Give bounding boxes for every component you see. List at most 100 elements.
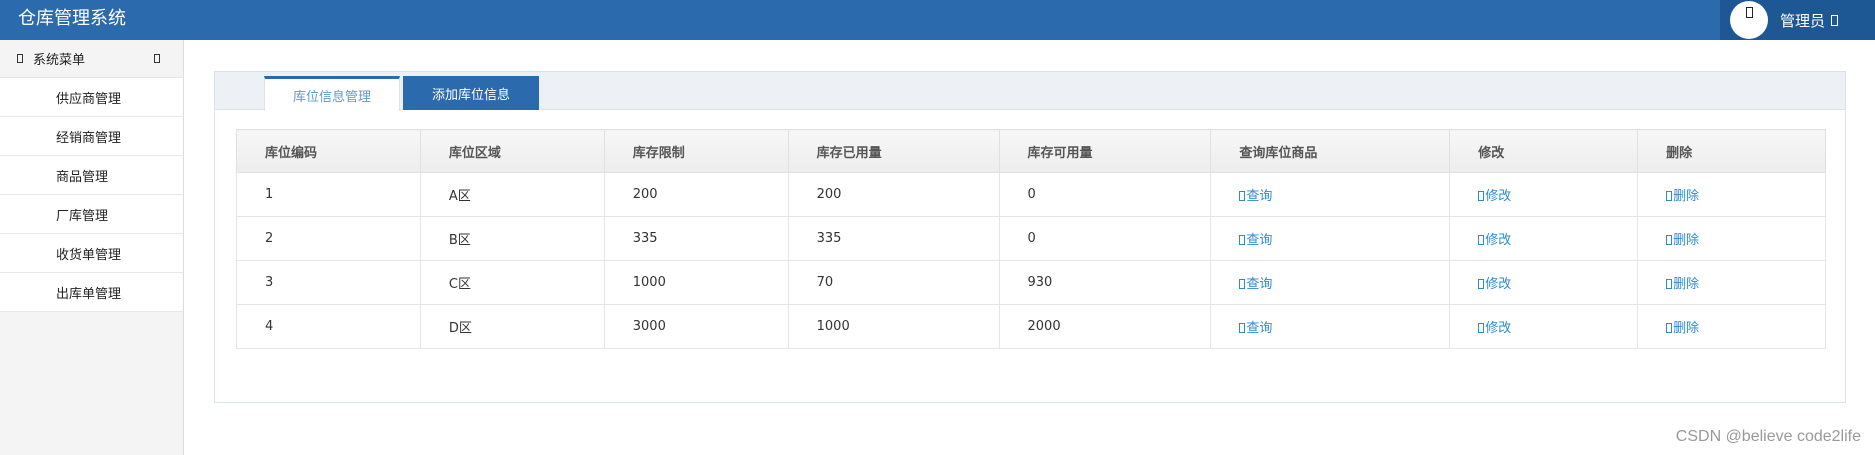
cell-code: 2	[236, 216, 421, 261]
delete-label: 删除	[1673, 233, 1700, 248]
cell-limit: 335	[603, 216, 789, 261]
column-header: 库存限制	[603, 129, 789, 173]
column-header: 库位区域	[419, 129, 605, 173]
edit-label: 修改	[1485, 321, 1512, 336]
sidebar-item-label: 经销商管理	[56, 130, 122, 146]
query-link[interactable]: 查询	[1210, 172, 1451, 217]
cell-area: B区	[419, 216, 605, 261]
search-icon	[1239, 279, 1246, 289]
edit-link[interactable]: 修改	[1449, 260, 1639, 305]
table-row: 1 A区 200 200 0 查询 修改 删除	[236, 172, 1826, 217]
cell-area: C区	[419, 260, 605, 305]
cell-used: 70	[787, 260, 1000, 305]
avatar[interactable]	[1730, 1, 1768, 39]
cell-used: 1000	[787, 304, 1000, 349]
sidebar-item-label: 供应商管理	[56, 91, 122, 107]
column-header: 库位编码	[236, 129, 421, 173]
cell-area: A区	[419, 172, 605, 217]
delete-link[interactable]: 删除	[1637, 216, 1826, 261]
tab-add-location[interactable]: 添加库位信息	[403, 76, 539, 110]
caret-icon[interactable]	[1831, 14, 1839, 26]
cell-limit: 3000	[603, 304, 789, 349]
column-header: 删除	[1637, 129, 1826, 173]
edit-link[interactable]: 修改	[1449, 172, 1639, 217]
sidebar-item-label: 出库单管理	[56, 286, 122, 302]
cell-used: 335	[787, 216, 1000, 261]
query-label: 查询	[1246, 277, 1273, 292]
user-icon	[1746, 7, 1753, 18]
query-label: 查询	[1246, 233, 1273, 248]
delete-label: 删除	[1673, 189, 1700, 204]
query-link[interactable]: 查询	[1210, 304, 1451, 349]
column-header: 库存已用量	[787, 129, 1000, 173]
edit-link[interactable]: 修改	[1449, 304, 1639, 349]
delete-icon	[1666, 323, 1673, 333]
search-icon	[1239, 235, 1246, 245]
collapse-icon[interactable]	[154, 54, 160, 63]
app-title: 仓库管理系统	[18, 8, 126, 29]
delete-link[interactable]: 删除	[1637, 304, 1826, 349]
query-link[interactable]: 查询	[1210, 260, 1451, 305]
sidebar-item-dealer[interactable]: 经销商管理	[0, 117, 183, 156]
sidebar-header[interactable]: 系统菜单	[0, 40, 183, 78]
tab-bar: 库位信息管理 添加库位信息	[215, 72, 1845, 111]
cell-code: 1	[236, 172, 421, 217]
edit-label: 修改	[1485, 277, 1512, 292]
delete-link[interactable]: 删除	[1637, 172, 1826, 217]
location-table: 库位编码 库位区域 库存限制 库存已用量 库存可用量 查询库位商品 修改 删除 …	[236, 129, 1826, 349]
delete-icon	[1666, 279, 1673, 289]
table-row: 4 D区 3000 1000 2000 查询 修改 删除	[236, 304, 1826, 349]
sidebar-header-label: 系统菜单	[33, 53, 86, 68]
cell-used: 200	[787, 172, 1000, 217]
sidebar-item-goods[interactable]: 商品管理	[0, 156, 183, 195]
search-icon	[1239, 191, 1246, 201]
user-menu[interactable]: 管理员	[1720, 0, 1875, 40]
delete-icon	[1666, 235, 1673, 245]
cell-code: 4	[236, 304, 421, 349]
sidebar-item-label: 商品管理	[56, 169, 109, 185]
cell-limit: 200	[603, 172, 789, 217]
edit-icon	[1478, 279, 1485, 289]
edit-icon	[1478, 191, 1485, 201]
cell-code: 3	[236, 260, 421, 305]
cell-limit: 1000	[603, 260, 789, 305]
sidebar-item-warehouse[interactable]: 厂库管理	[0, 195, 183, 234]
cell-available: 0	[998, 172, 1212, 217]
table-row: 3 C区 1000 70 930 查询 修改 删除	[236, 260, 1826, 305]
user-name[interactable]: 管理员	[1780, 10, 1825, 31]
sidebar-item-receipt[interactable]: 收货单管理	[0, 234, 183, 273]
column-header: 查询库位商品	[1210, 129, 1451, 173]
edit-link[interactable]: 修改	[1449, 216, 1639, 261]
query-link[interactable]: 查询	[1210, 216, 1451, 261]
sidebar-item-outbound[interactable]: 出库单管理	[0, 273, 183, 312]
edit-label: 修改	[1485, 233, 1512, 248]
search-icon	[1239, 323, 1246, 333]
menu-icon	[17, 54, 23, 63]
content-panel: 库位信息管理 添加库位信息 库位编码 库位区域 库存限制 库存已用量 库存可用量…	[214, 71, 1846, 403]
sidebar-item-label: 收货单管理	[56, 247, 122, 263]
top-bar: 仓库管理系统 管理员	[0, 0, 1875, 40]
column-header: 库存可用量	[998, 129, 1212, 173]
table-row: 2 B区 335 335 0 查询 修改 删除	[236, 216, 1826, 261]
column-header: 修改	[1449, 129, 1639, 173]
table-header-row: 库位编码 库位区域 库存限制 库存已用量 库存可用量 查询库位商品 修改 删除	[236, 129, 1826, 173]
cell-area: D区	[419, 304, 605, 349]
sidebar-menu: 供应商管理 经销商管理 商品管理 厂库管理 收货单管理 出库单管理	[0, 78, 183, 312]
query-label: 查询	[1246, 321, 1273, 336]
sidebar-item-supplier[interactable]: 供应商管理	[0, 78, 183, 117]
cell-available: 2000	[998, 304, 1212, 349]
cell-available: 0	[998, 216, 1212, 261]
sidebar-item-label: 厂库管理	[56, 208, 109, 224]
cell-available: 930	[998, 260, 1212, 305]
edit-icon	[1478, 323, 1485, 333]
edit-label: 修改	[1485, 189, 1512, 204]
delete-label: 删除	[1673, 321, 1700, 336]
delete-icon	[1666, 191, 1673, 201]
edit-icon	[1478, 235, 1485, 245]
query-label: 查询	[1246, 189, 1273, 204]
delete-link[interactable]: 删除	[1637, 260, 1826, 305]
tab-location-info[interactable]: 库位信息管理	[264, 76, 400, 111]
delete-label: 删除	[1673, 277, 1700, 292]
sidebar: 系统菜单 供应商管理 经销商管理 商品管理 厂库管理 收货单管理 出库单管理	[0, 40, 184, 455]
watermark: CSDN @believe code2life	[1675, 428, 1861, 445]
